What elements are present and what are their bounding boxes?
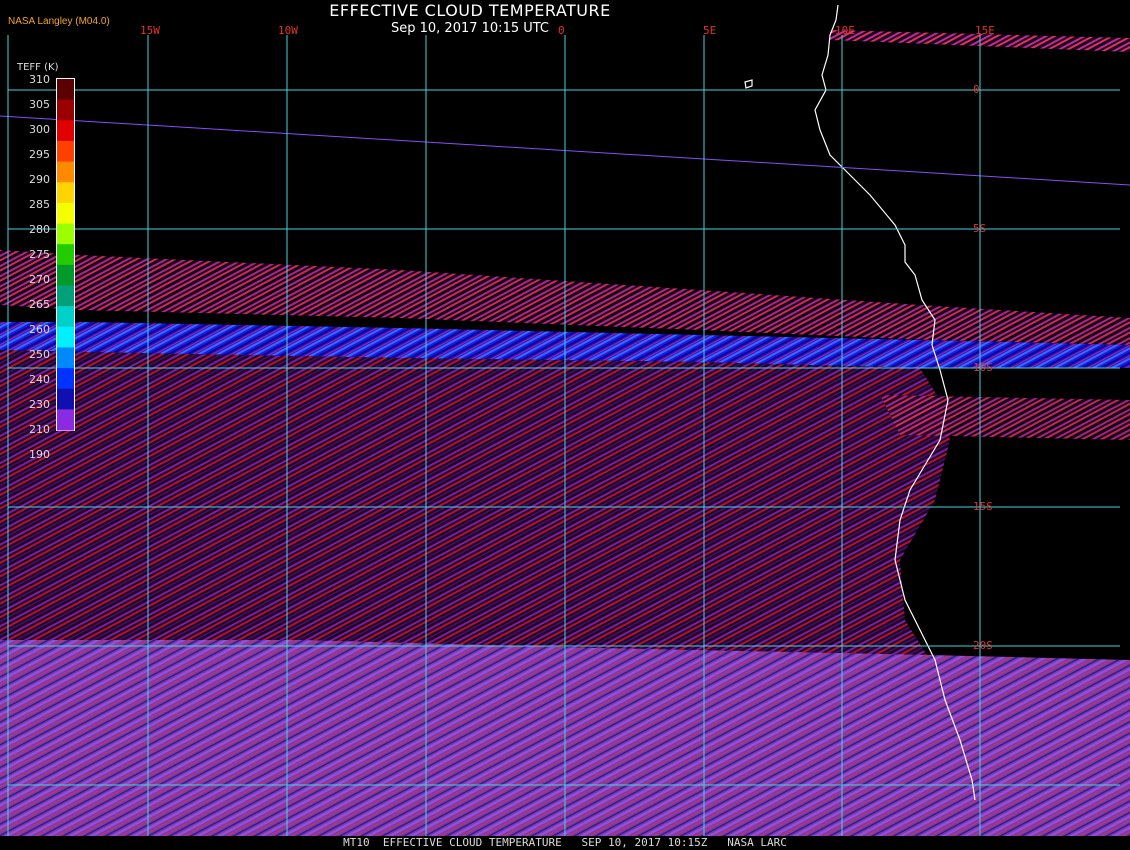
color-bar-segment xyxy=(57,202,74,225)
legend-label: 230 xyxy=(29,398,50,411)
lat-label-10s: 10S xyxy=(973,361,993,374)
color-bar-segment xyxy=(57,409,74,431)
cloud-lower-east-band xyxy=(880,395,1130,440)
island xyxy=(744,79,753,89)
legend-label: 190 xyxy=(29,448,50,461)
legend-label: 240 xyxy=(29,373,50,386)
legend-label: 275 xyxy=(29,248,50,261)
color-bar-segment xyxy=(57,120,74,142)
color-bar-segment xyxy=(57,285,74,307)
color-bar xyxy=(56,78,75,431)
lon-label-0: 0 xyxy=(558,24,565,37)
legend-label: 265 xyxy=(29,298,50,311)
color-bar-segment xyxy=(57,306,74,328)
color-bar-segment xyxy=(57,368,74,390)
legend-label: 250 xyxy=(29,348,50,361)
legend-label: 270 xyxy=(29,273,50,286)
color-bar-segment xyxy=(57,182,74,204)
map-title: EFFECTIVE CLOUD TEMPERATURE xyxy=(329,1,611,20)
lat-label-20s: 20S xyxy=(973,639,993,652)
legend-label: 285 xyxy=(29,198,50,211)
color-bar-segment xyxy=(57,161,74,183)
lon-label-10w: 10W xyxy=(278,24,298,37)
color-bar-segment xyxy=(57,140,74,163)
color-bar-segment xyxy=(57,326,74,348)
color-bar-segment xyxy=(57,79,74,101)
satellite-map xyxy=(0,4,1130,836)
color-bar-segment xyxy=(57,223,74,245)
lat-label-5s: 5S xyxy=(973,222,987,235)
map-root: NASA Langley (M04.0) EFFECTIVE CLOUD TEM… xyxy=(0,0,1130,850)
lat-label-15s: 15S xyxy=(973,500,993,513)
color-bar-segment xyxy=(57,99,74,121)
legend-label: 295 xyxy=(29,148,50,161)
color-bar-segment xyxy=(57,347,74,369)
legend-label: 210 xyxy=(29,423,50,436)
legend-label: 290 xyxy=(29,173,50,186)
color-bar-segment xyxy=(57,244,74,266)
legend-title: TEFF (K) xyxy=(17,62,59,73)
lon-label-5e: 5E xyxy=(703,24,717,37)
lon-label-15e: 15E xyxy=(975,24,995,37)
legend-label: 305 xyxy=(29,98,50,111)
cloud-dark-stratus xyxy=(0,350,950,660)
legend-label: 260 xyxy=(29,323,50,336)
color-bar-segment xyxy=(57,264,74,286)
legend-label: 310 xyxy=(29,73,50,86)
lat-label-0: 0 xyxy=(973,83,980,96)
footer-caption: MT10 EFFECTIVE CLOUD TEMPERATURE SEP 10,… xyxy=(0,836,1130,850)
color-bar-segment xyxy=(57,388,74,410)
legend-label: 300 xyxy=(29,123,50,136)
lon-label-10e: 10E xyxy=(835,24,855,37)
legend-label: 280 xyxy=(29,223,50,236)
lon-label-15w: 15W xyxy=(140,24,160,37)
